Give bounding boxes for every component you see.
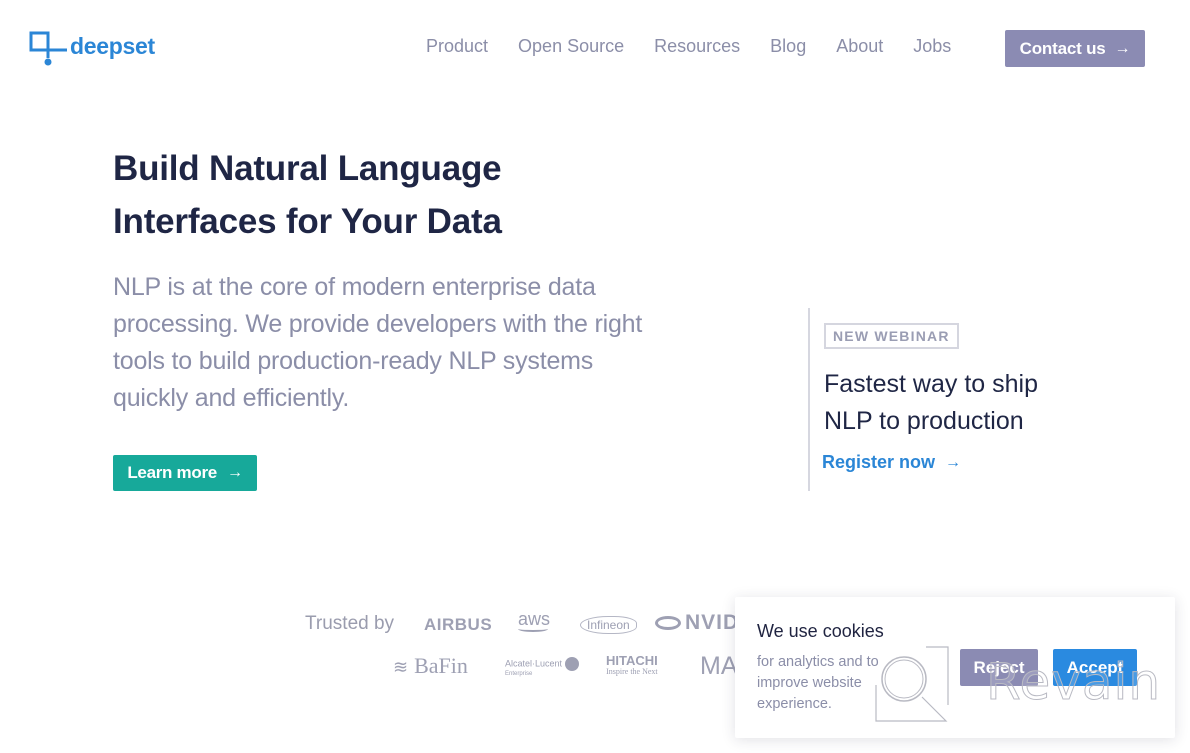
nav-item-jobs[interactable]: Jobs (913, 36, 951, 57)
reject-cookies-button[interactable]: Reject (960, 649, 1038, 686)
arrow-right-icon: → (226, 464, 243, 481)
trusted-by-label: Trusted by (305, 613, 395, 634)
aws-logo: aws (518, 609, 550, 632)
main-nav: Product Open Source Resources Blog About… (426, 36, 981, 57)
nav-item-open-source[interactable]: Open Source (518, 36, 624, 57)
hitachi-tagline: Inspire the Next (606, 667, 658, 676)
bafin-waves-icon: ≋ (393, 657, 409, 677)
cookie-description: for analytics and to improve website exp… (757, 654, 879, 712)
partial-ma-logo: MA (700, 652, 738, 680)
learn-more-label: Learn more (127, 463, 217, 482)
nav-item-blog[interactable]: Blog (770, 36, 806, 57)
learn-more-button[interactable]: Learn more → (113, 455, 257, 491)
alcatel-circle-icon (565, 657, 580, 671)
contact-us-button[interactable]: Contact us → (1005, 30, 1145, 67)
hero-title: Build Natural Language Interfaces for Yo… (113, 149, 502, 241)
nav-item-about[interactable]: About (836, 36, 883, 57)
alcatel-logo-text: Alcatel·Lucent (505, 658, 563, 669)
arrow-right-icon: → (1114, 39, 1131, 57)
register-now-label: Register now (822, 452, 936, 472)
hitachi-logo: HITACHI Inspire the Next (606, 654, 658, 677)
alcatel-lucent-logo: Alcatel·Lucent Enterprise (505, 657, 580, 677)
nav-item-product[interactable]: Product (426, 36, 488, 57)
arrow-right-icon: → (945, 453, 962, 471)
hero-description: NLP is at the core of modern enterprise … (113, 273, 643, 412)
airbus-logo: AIRBUS (424, 615, 493, 634)
accept-cookies-button[interactable]: Accept (1053, 649, 1137, 686)
deepset-logo[interactable]: deepset (29, 31, 155, 67)
alcatel-logo-subtitle: Enterprise (505, 671, 533, 677)
webinar-title: Fastest way to ship NLP to production (824, 370, 1038, 435)
nvidia-logo: NVIDI (655, 611, 746, 635)
nav-item-resources[interactable]: Resources (654, 36, 740, 57)
new-webinar-badge: NEW WEBINAR (824, 323, 959, 349)
contact-us-label: Contact us (1019, 38, 1106, 58)
site-header: deepset Product Open Source Resources Bl… (0, 0, 1190, 95)
webinar-promo: NEW WEBINAR Fastest way to ship NLP to p… (808, 308, 1088, 491)
infineon-logo: Infineon (580, 616, 637, 634)
cookie-title: We use cookies (757, 621, 884, 641)
nvidia-eye-icon (655, 616, 681, 631)
logo-mark-icon (29, 31, 69, 67)
logo-text: deepset (70, 32, 155, 59)
aws-logo-text: aws (518, 609, 551, 629)
register-now-link[interactable]: Register now → (822, 452, 961, 473)
cookie-banner: We use cookies for analytics and to impr… (735, 597, 1175, 738)
bafin-logo-text: BaFin (414, 653, 468, 678)
bafin-logo: ≋ BaFin (393, 653, 468, 679)
